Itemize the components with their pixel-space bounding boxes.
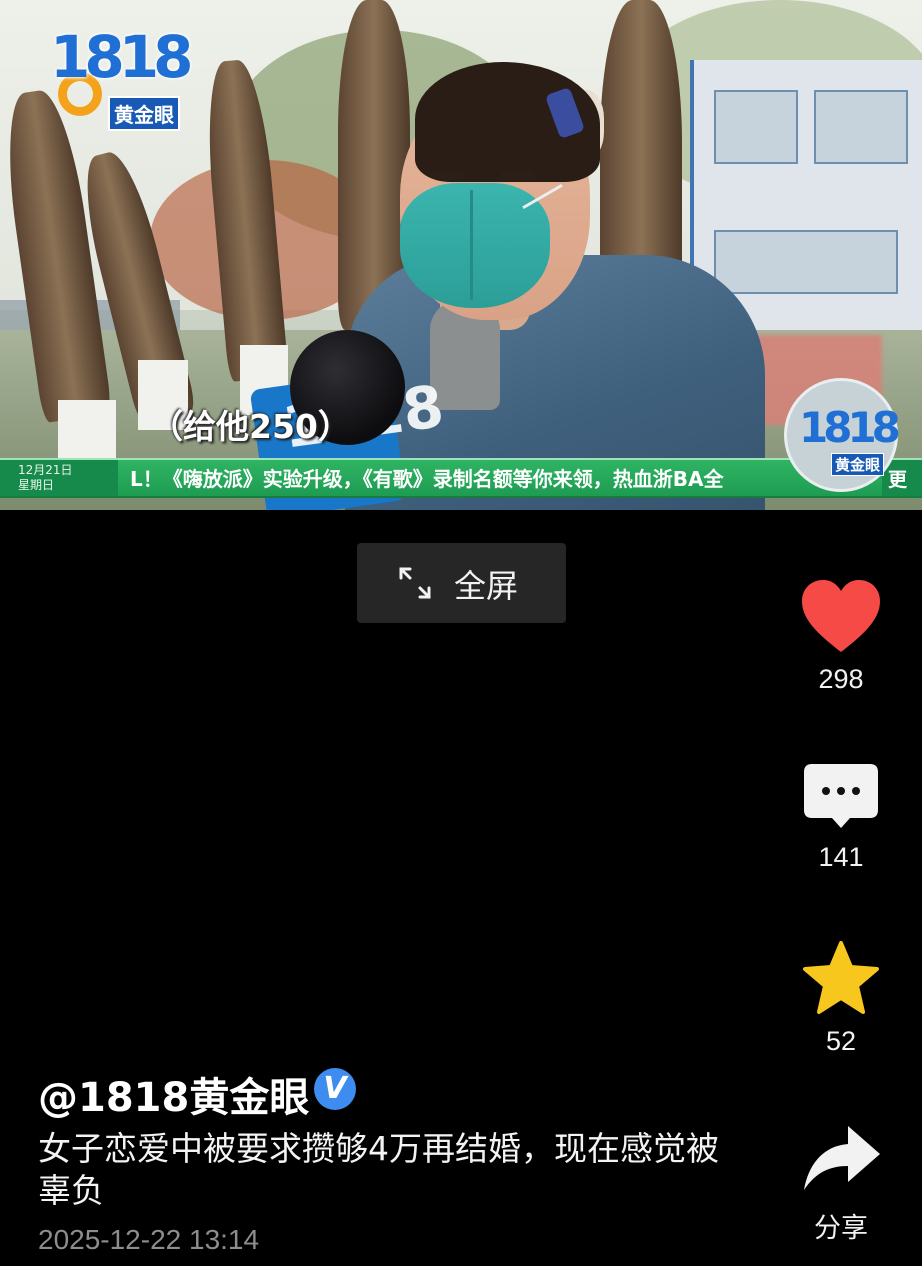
like-count: 298 (818, 664, 864, 694)
tree-whitewash (58, 400, 116, 460)
face-mask (400, 183, 550, 308)
comment-icon (804, 764, 878, 828)
comment-count: 141 (818, 842, 864, 872)
fullscreen-label: 全屏 (454, 567, 519, 605)
ticker-date-weekday: 星期日 (18, 478, 55, 492)
logo-number: 1818 (50, 23, 193, 91)
ticker-date-day: 12月21日 (18, 463, 73, 477)
post-caption: 女子恋爱中被要求攒够4万再结婚，现在感觉被辜负 (38, 1129, 719, 1210)
verified-badge-icon: V (314, 1068, 356, 1110)
ticker-text: L！《嗨放派》实验升级，《有歌》录制名额等你来领，热血浙BA全 (130, 467, 724, 491)
logo-text: 黄金眼 (108, 96, 180, 131)
favorite-button[interactable]: 52 (800, 940, 882, 1057)
ticker-date: 12月21日 星期日 (0, 460, 118, 496)
corner-logo-text: 黄金眼 (831, 453, 885, 476)
news-ticker: 12月21日 星期日 L！《嗨放派》实验升级，《有歌》录制名额等你来领，热血浙B… (0, 458, 922, 498)
face-mask-seam (470, 190, 473, 300)
share-arrow-icon (804, 1126, 880, 1190)
corner-channel-logo: 1818 黄金眼 (784, 378, 901, 492)
post-date: 2025-12-22 13:14 (38, 1224, 260, 1255)
video-player[interactable]: 1818 1818 黄金眼 （给他250） 12月21日 星期日 L！《嗨放派》… (0, 0, 922, 510)
person-eye (430, 170, 464, 180)
comment-button[interactable]: 141 (800, 760, 882, 873)
ticker-tail-text: 更 (888, 469, 908, 491)
channel-logo: 1818 黄金眼 (50, 23, 193, 131)
person-eye (500, 170, 534, 180)
video-subtitle: （给他250） (150, 407, 351, 446)
fullscreen-icon (399, 567, 431, 599)
share-label: 分享 (814, 1213, 868, 1243)
corner-logo-number: 1818 (799, 403, 901, 452)
share-button[interactable]: 分享 (800, 1122, 882, 1245)
like-button[interactable]: 298 (800, 578, 882, 695)
fullscreen-button[interactable]: 全屏 (357, 543, 566, 623)
heart-icon (802, 580, 880, 652)
author-name[interactable]: @1818黄金眼 (38, 1065, 309, 1123)
favorite-count: 52 (825, 1026, 857, 1056)
star-icon (803, 941, 879, 1014)
